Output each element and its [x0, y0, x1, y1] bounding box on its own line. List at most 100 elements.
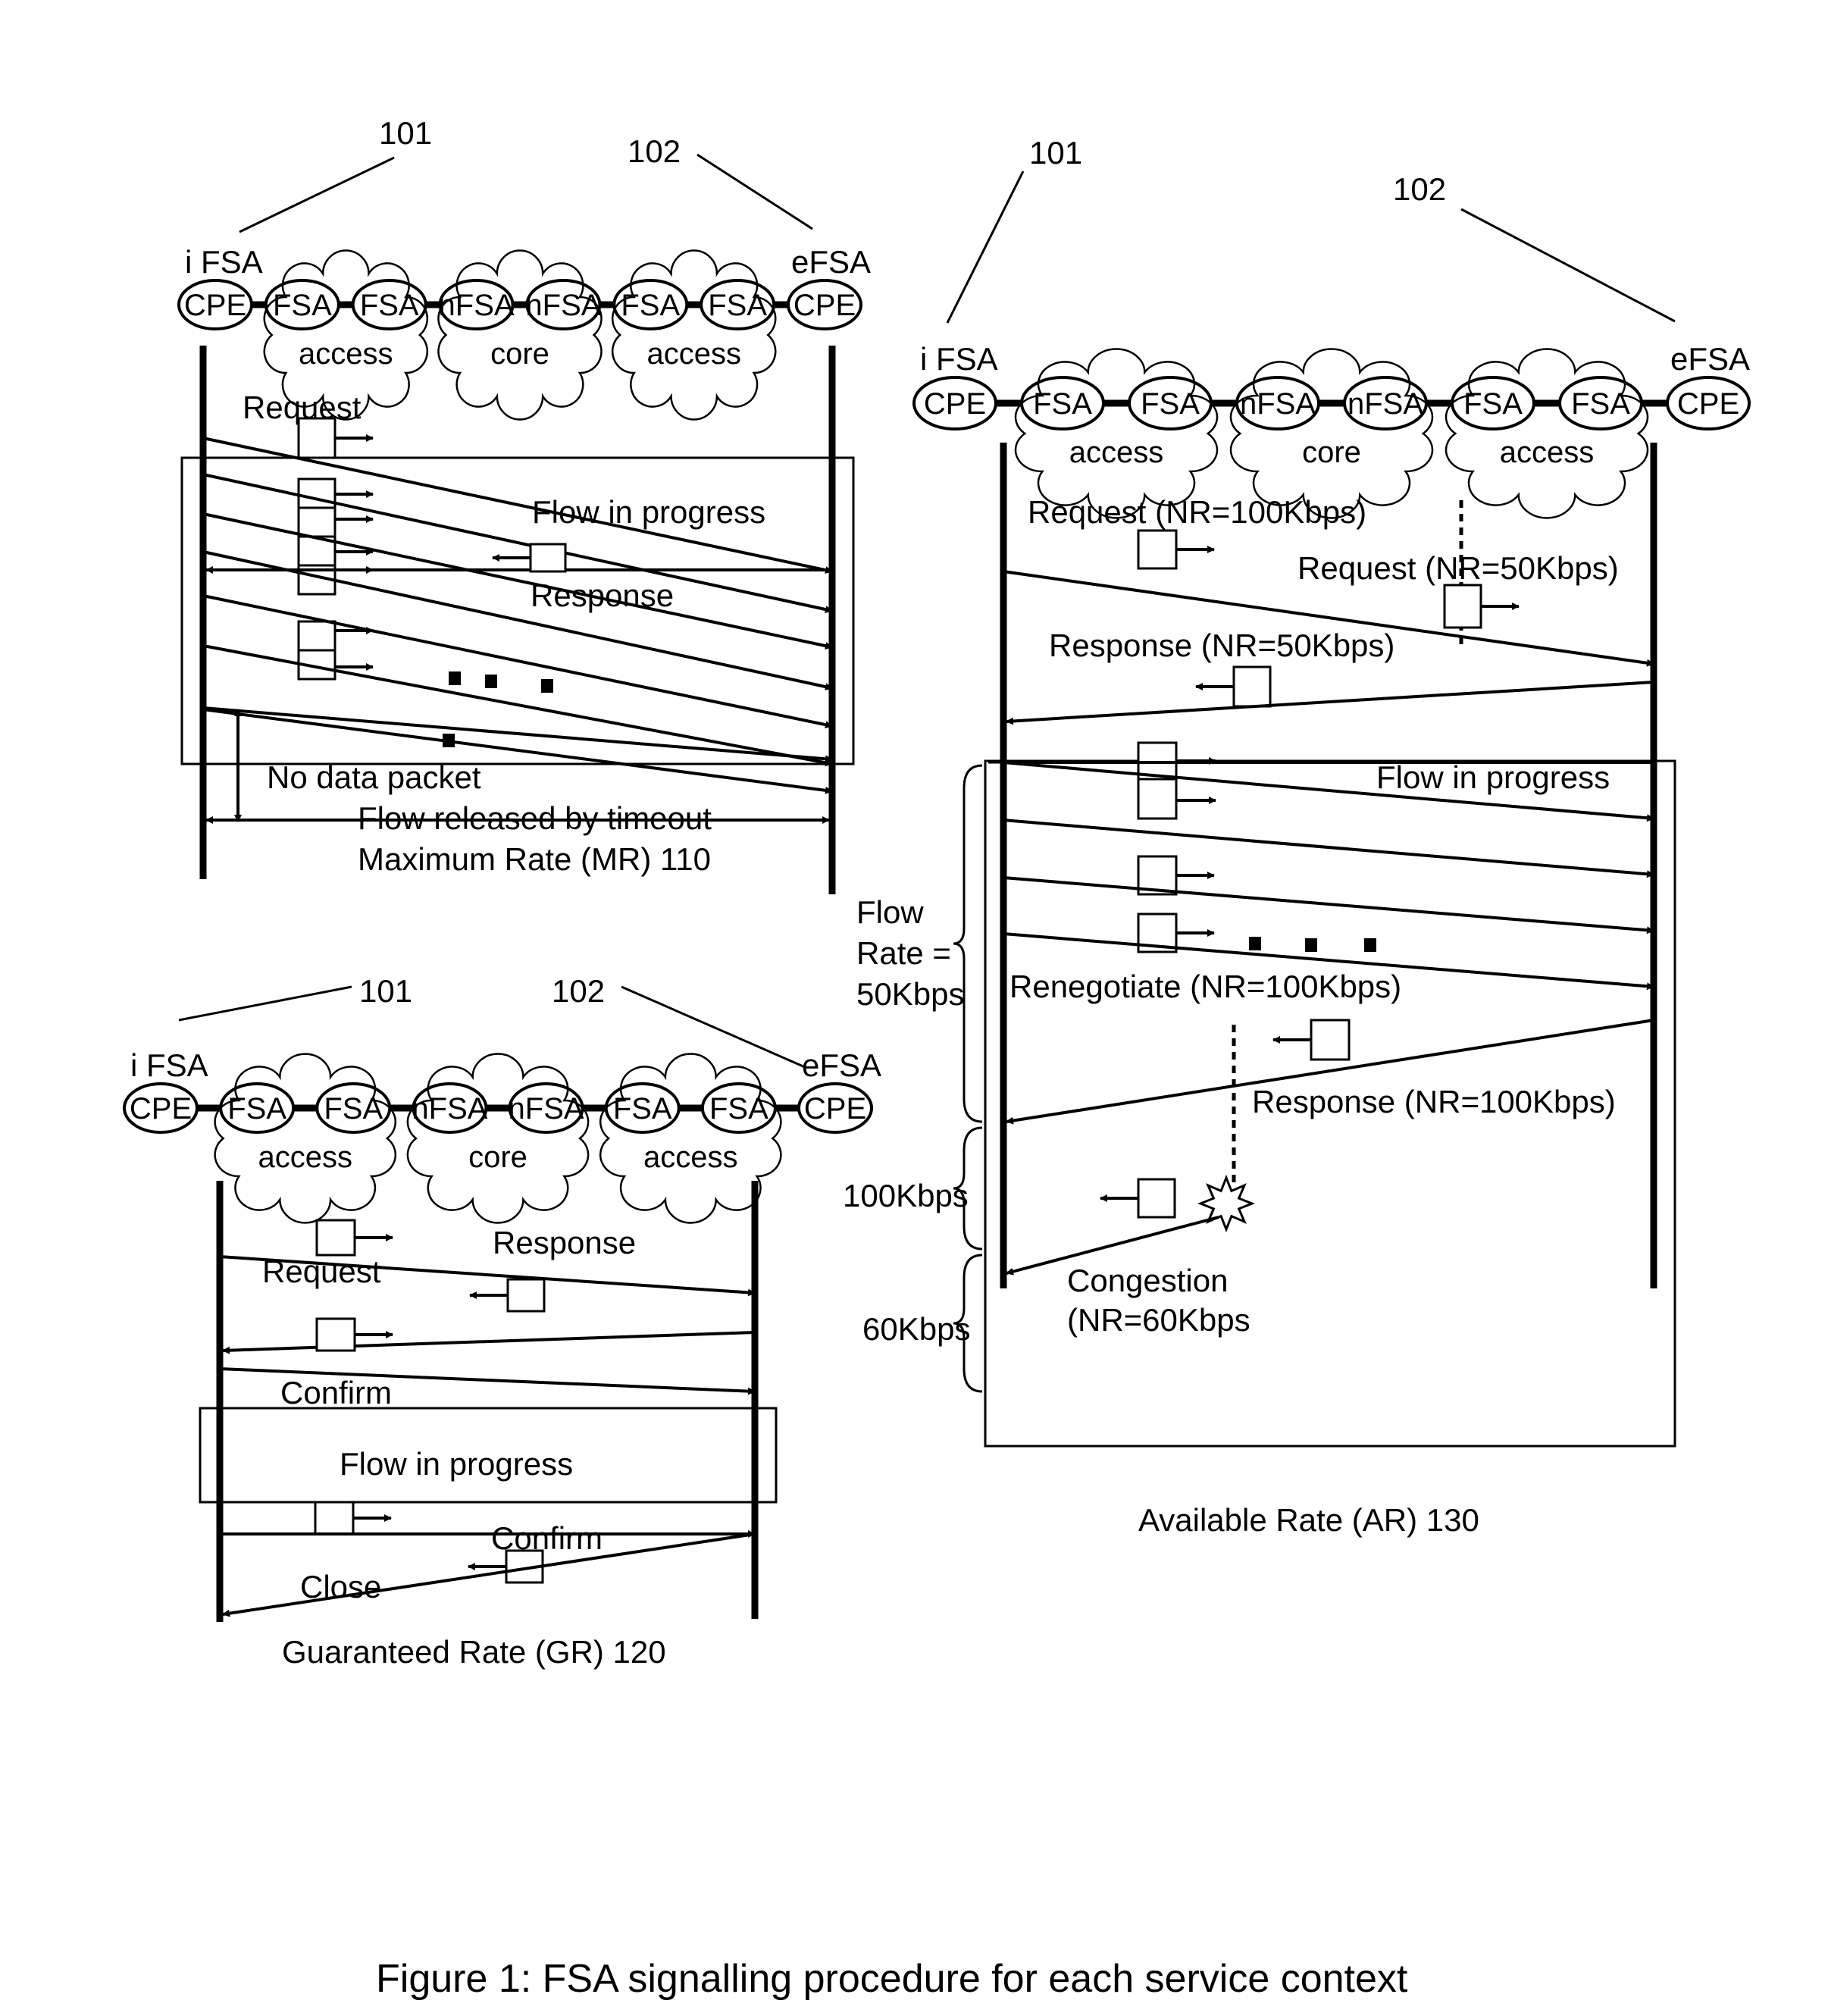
- node-label: FSA: [1033, 387, 1092, 421]
- data-packet-icon: [297, 477, 336, 509]
- rate-brace-50kbps: [953, 764, 983, 1123]
- cloud-outline: [437, 249, 603, 421]
- node-label: CPE: [804, 1092, 866, 1125]
- response-100-packet-icon: [1310, 1019, 1351, 1061]
- network-cloud-icon: [1229, 348, 1434, 519]
- node-label: nFSA: [1240, 387, 1316, 421]
- topology-gr: access core access CPE FSA FSA nFSA nFSA FSA FSA C…: [123, 973, 881, 1224]
- cloud-outline: [1014, 348, 1219, 519]
- reference-leader-101: [239, 156, 395, 233]
- cloud-outline: [611, 249, 777, 421]
- ingress-fsa-label: i FSA: [130, 1047, 208, 1083]
- topology-mr: access core access CPE FSA FSA nFSA nFSA FSA FSA C…: [177, 115, 871, 421]
- gr-flow-label: Flow in progress: [340, 1446, 573, 1482]
- data-flow-arrow: [1003, 876, 1654, 934]
- congestion-packet-icon: [1137, 1178, 1176, 1219]
- data-packet-icon: [297, 506, 336, 538]
- ellipsis-dot-icon: [449, 671, 461, 685]
- close-packet-icon: [314, 1501, 355, 1535]
- request-100-packet-icon: [1137, 529, 1178, 570]
- figure-caption: Figure 1: FSA signalling procedure for e…: [376, 1957, 1408, 2001]
- network-cloud-icon: [406, 1053, 590, 1224]
- ar-response-100-label: Response (NR=100Kbps): [1252, 1084, 1616, 1119]
- network-cloud-icon: [1445, 348, 1649, 519]
- mr-flow-released-label: Flow released by timeout: [358, 800, 712, 836]
- gr-title: Guaranteed Rate (GR) 120: [282, 1634, 666, 1670]
- node-label: FSA: [708, 289, 767, 322]
- cloud-outline: [406, 1053, 590, 1224]
- cloud-label-access: access: [1069, 436, 1164, 469]
- ar-brace-60-label: 60Kbps: [862, 1311, 970, 1347]
- node-label: FSA: [621, 289, 680, 322]
- cloud-label-access: access: [299, 337, 393, 371]
- request-packet-icon: [297, 417, 336, 459]
- node-label: nFSA: [412, 1092, 487, 1125]
- node-label: FSA: [324, 1092, 383, 1125]
- reference-101: 101: [379, 115, 432, 151]
- cloud-label-access: access: [1500, 436, 1595, 469]
- node-label: FSA: [709, 1092, 768, 1125]
- data-flow-arrow: [1003, 819, 1654, 878]
- congestion-burst-icon: [1197, 1174, 1256, 1233]
- cloud-outline: [1229, 348, 1434, 519]
- network-cloud-icon: [214, 1053, 397, 1224]
- gr-response-label: Response: [493, 1225, 636, 1260]
- ar-flow-label: Flow in progress: [1376, 759, 1610, 795]
- network-cloud-icon: [1014, 348, 1219, 519]
- ar-request-100-label: Request (NR=100Kbps): [1028, 494, 1366, 530]
- ar-response-50-label: Response (NR=50Kbps): [1049, 628, 1394, 663]
- egress-fsa-label: eFSA: [1670, 341, 1750, 377]
- ar-brace-flow-label: Flow: [856, 894, 924, 930]
- data-packet-icon: [1137, 778, 1178, 820]
- reference-101: 101: [1029, 135, 1082, 171]
- egress-fsa-label: eFSA: [791, 244, 871, 280]
- cloud-label-access: access: [646, 337, 741, 371]
- ellipsis-dot-icon: [1305, 938, 1317, 952]
- fsa-signalling-figure: access core access CPE FSA FSA nFSA nFSA FSA FSA C…: [123, 115, 1751, 2001]
- node-label: CPE: [793, 289, 856, 322]
- data-flow-arrow: [202, 644, 833, 767]
- gr-close-label: Close: [300, 1569, 381, 1604]
- cloud-label-access: access: [258, 1141, 352, 1174]
- node-label: FSA: [1571, 387, 1630, 421]
- node-label: CPE: [924, 387, 986, 421]
- panel-available-rate: access core access CPE FSA FSA nFSA nFSA FSA FSA C…: [843, 135, 1751, 1538]
- response-arrow: [222, 1331, 756, 1354]
- mr-flow-label: Flow in progress: [532, 494, 765, 530]
- node-label: FSA: [1463, 387, 1523, 421]
- ellipsis-dot-icon: [1249, 937, 1261, 950]
- response-packet-icon: [529, 543, 567, 573]
- reference-leader-102: [696, 153, 813, 230]
- reference-leader-101: [946, 171, 1025, 324]
- ellipsis-dot-icon: [541, 679, 553, 693]
- response-arrow: [1006, 681, 1654, 725]
- node-label: CPE: [184, 289, 246, 322]
- ar-congestion-nr-label: (NR=60Kbps: [1067, 1302, 1250, 1338]
- ellipsis-dot-icon: [485, 675, 497, 688]
- cloud-label-core: core: [468, 1141, 527, 1174]
- ar-title: Available Rate (AR) 130: [1138, 1502, 1479, 1538]
- gr-request-label: Request: [262, 1254, 381, 1289]
- cloud-label-access: access: [643, 1141, 738, 1174]
- reference-102: 102: [628, 133, 681, 169]
- node-label: nFSA: [509, 1092, 584, 1125]
- node-label: CPE: [1677, 387, 1739, 421]
- panel-guaranteed-rate: access core access CPE FSA FSA nFSA nFSA FSA FSA C…: [123, 973, 881, 1670]
- ar-brace-rate-label: Rate =: [856, 935, 951, 971]
- ingress-fsa-label: i FSA: [920, 341, 998, 377]
- node-label: FSA: [1141, 387, 1200, 421]
- topology-ar: access core access CPE FSA FSA nFSA nFSA FSA FSA C…: [912, 135, 1751, 519]
- cloud-label-core: core: [1302, 436, 1361, 469]
- request-packet-icon: [315, 1219, 356, 1257]
- node-label: FSA: [227, 1092, 286, 1125]
- node-label: FSA: [613, 1092, 672, 1125]
- reference-102: 102: [1393, 171, 1446, 207]
- node-label: nFSA: [439, 289, 515, 322]
- ellipsis-dot-icon: [443, 734, 455, 747]
- ellipsis-dot-icon: [1364, 938, 1376, 952]
- confirm-packet-icon: [315, 1317, 356, 1352]
- ar-brace-50-label: 50Kbps: [856, 976, 964, 1012]
- cloud-outline: [214, 1053, 397, 1224]
- node-label: FSA: [273, 289, 332, 322]
- response-packet-icon: [506, 1278, 546, 1313]
